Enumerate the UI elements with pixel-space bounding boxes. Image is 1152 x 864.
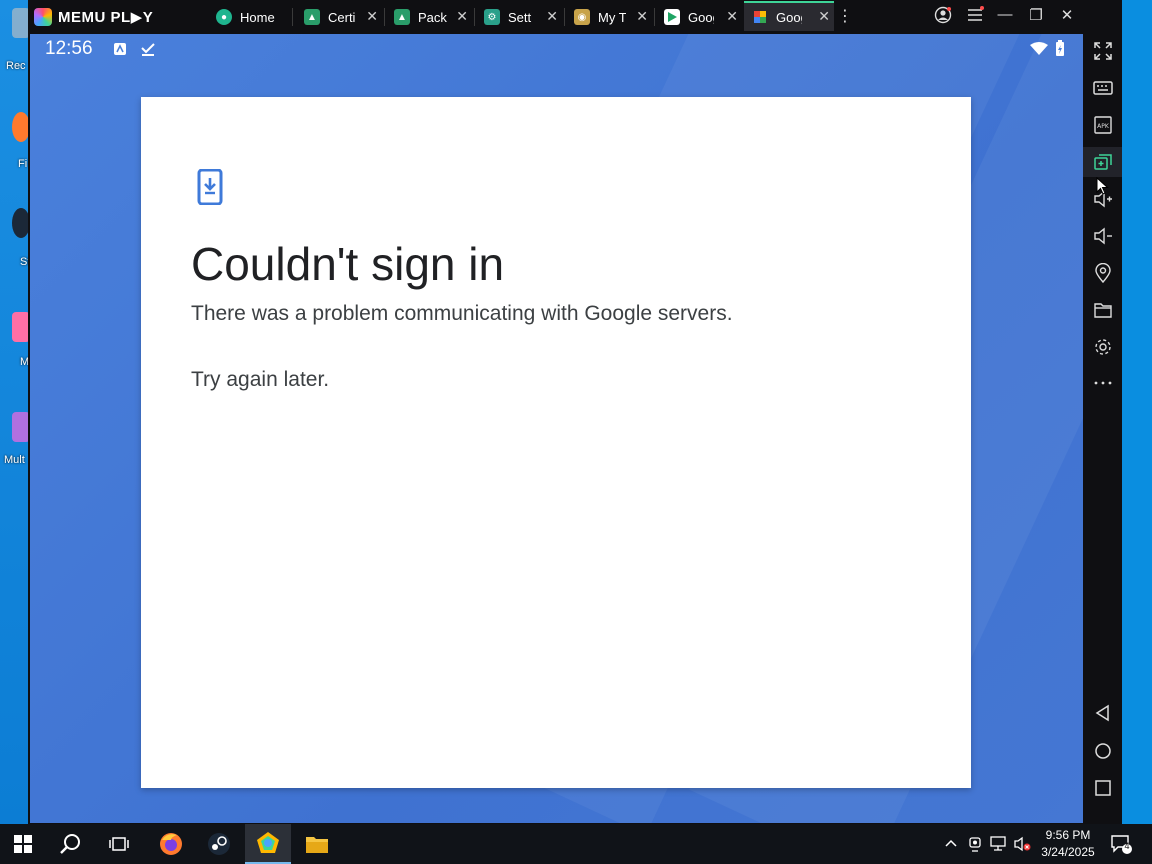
memu-logo: MEMU PL▶Y [34,6,153,28]
show-hidden-icons[interactable] [944,836,958,853]
close-tab-icon[interactable]: ✕ [818,8,830,25]
keyboard-icon[interactable] [1083,73,1122,103]
multi-instance-icon[interactable] [1083,147,1122,177]
task-view-icon[interactable] [96,824,142,864]
close-window-button[interactable]: ✕ [1056,6,1078,24]
tab-label: Gooğ [688,9,714,25]
account-icon[interactable] [932,6,954,28]
fullscreen-icon[interactable] [1083,36,1122,66]
memu-taskbar-icon[interactable] [245,824,291,864]
close-tab-icon[interactable]: ✕ [456,8,468,25]
desktop-area: Rec Fi St M Mult [0,0,30,824]
tab-divider [474,8,475,26]
close-tab-icon[interactable]: ✕ [726,8,738,25]
more-tabs-icon[interactable]: ⋮ [834,6,856,26]
android-icon: ▲ [304,9,320,25]
tab-bar: MEMU PL▶Y ● Home ▲ Certi ✕ ▲ Pack ✕ ⚙ Se… [28,0,1122,34]
notification-a-icon [114,42,126,55]
sign-in-error-dialog: Couldn't sign in There was a problem com… [141,97,971,788]
network-icon[interactable] [990,836,1008,855]
recents-icon[interactable] [1083,773,1122,803]
tab-pack[interactable]: ▲ Pack ✕ [386,3,472,31]
tab-google-play[interactable]: Gooğ ✕ [656,3,742,31]
notification-center-icon[interactable]: 4 [1110,834,1132,857]
brand-text: MEMU PL▶Y [58,9,154,26]
notification-count: 4 [1124,841,1130,851]
tab-google-active[interactable]: Gooğ ✕ [744,1,834,31]
phone-download-icon [197,168,223,210]
tab-home[interactable]: ● Home [208,3,294,31]
minimize-button[interactable]: — [994,6,1016,23]
menu-icon[interactable] [964,6,986,28]
tab-divider [654,8,655,26]
file-explorer-icon[interactable] [294,824,340,864]
emulator-toolbar: APK [1083,0,1122,824]
google-play-icon [664,9,680,25]
wifi-icon [1030,42,1048,55]
tab-divider [384,8,385,26]
windows-taskbar: 9:56 PM 3/24/2025 4 [0,824,1152,864]
puzzle-icon [752,9,768,25]
tab-label: Home [240,9,275,25]
home-app-icon: ● [216,9,232,25]
battery-icon [1056,40,1064,56]
location-icon[interactable] [1083,258,1122,288]
settings-icon[interactable] [1083,332,1122,362]
desktop-icon-label: Fi [18,158,28,170]
memu-logo-icon [34,8,52,26]
mouse-cursor-icon [1096,177,1109,195]
tab-divider [564,8,565,26]
android-screen: 12:56 Couldn't sign in There was a probl… [30,34,1083,823]
dialog-hint: Try again later. [191,368,330,391]
close-tab-icon[interactable]: ✕ [636,8,648,25]
folder-icon[interactable] [1083,295,1122,325]
my-tom-icon: ◉ [574,9,590,25]
status-clock: 12:56 [45,38,93,59]
home-icon[interactable] [1083,736,1122,766]
start-button[interactable] [0,824,46,864]
tab-label: Setti [508,9,532,25]
dialog-message: There was a problem communicating with G… [191,302,733,325]
settings-app-icon: ⚙ [484,9,500,25]
tab-settings[interactable]: ⚙ Setti ✕ [476,3,562,31]
tab-label: My T [598,9,626,25]
android-icon: ▲ [394,9,410,25]
clock-time: 9:56 PM [1045,828,1091,842]
tab-divider [292,8,293,26]
volume-muted-icon[interactable] [1014,836,1032,855]
tab-label: Certi [328,9,356,25]
more-icon[interactable] [1083,368,1122,398]
tab-label: Pack [418,9,447,25]
firefox-icon[interactable] [148,824,194,864]
clock-date: 3/24/2025 [1041,845,1095,859]
steam-icon[interactable] [196,824,242,864]
tab-my-tom[interactable]: ◉ My T ✕ [566,3,652,31]
volume-down-icon[interactable] [1083,221,1122,251]
webcam-icon[interactable] [968,836,982,855]
download-done-icon [140,42,156,56]
android-status-bar: 12:56 [30,34,1083,64]
memu-window: MEMU PL▶Y ● Home ▲ Certi ✕ ▲ Pack ✕ ⚙ Se… [28,0,1122,824]
tab-certi[interactable]: ▲ Certi ✕ [296,3,382,31]
system-clock[interactable]: 9:56 PM 3/24/2025 [1040,827,1096,861]
apk-install-icon[interactable]: APK [1083,110,1122,140]
close-tab-icon[interactable]: ✕ [366,8,378,25]
svg-text:APK: APK [1097,123,1110,130]
desktop-icon-label: Mult [4,454,25,466]
dialog-title: Couldn't sign in [191,238,505,290]
desktop-icon-label: Rec [6,60,26,72]
close-tab-icon[interactable]: ✕ [546,8,558,25]
search-icon[interactable] [48,824,94,864]
back-icon[interactable] [1083,698,1122,728]
tab-label: Gooğ [776,9,802,25]
restore-button[interactable]: ❐ [1025,6,1047,24]
